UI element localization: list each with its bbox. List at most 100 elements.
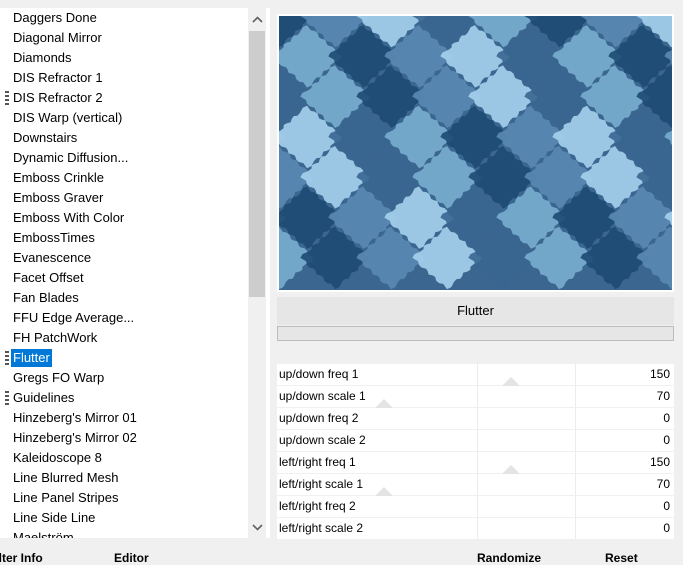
slider-tick	[575, 408, 576, 429]
filter-list-item-label: Kaleidoscope 8	[13, 450, 102, 465]
parameter-row[interactable]: up/down freq 2 0	[277, 408, 674, 429]
preview-frame	[277, 14, 674, 292]
parameter-value: 70	[656, 477, 670, 491]
tab-editor[interactable]: Editor	[114, 551, 149, 565]
filter-list-item[interactable]: Line Side Line	[0, 508, 248, 528]
slider-tick	[477, 430, 478, 451]
slider-tick	[477, 364, 478, 385]
filter-list-item-label: Line Side Line	[13, 510, 96, 525]
parameter-row[interactable]: up/down scale 2 0	[277, 430, 674, 451]
parameter-value: 70	[656, 389, 670, 403]
parameter-value: 0	[663, 433, 670, 447]
filter-list-item[interactable]: Line Blurred Mesh	[0, 468, 248, 488]
slider-thumb[interactable]	[502, 465, 520, 474]
filter-list-item[interactable]: Diamonds	[0, 48, 248, 68]
filter-list-item-label: FH PatchWork	[13, 330, 98, 345]
filter-list-item[interactable]: Dynamic Diffusion...	[0, 148, 248, 168]
parameter-label: up/down scale 2	[279, 433, 366, 447]
filter-list-item-label: DIS Refractor 2	[13, 90, 103, 105]
filter-list-item-label: DIS Warp (vertical)	[13, 110, 123, 125]
filter-list-item[interactable]: Kaleidoscope 8	[0, 448, 248, 468]
filter-list-item[interactable]: Emboss Graver	[0, 188, 248, 208]
slider-tick	[575, 452, 576, 473]
filter-list-item[interactable]: EmbossTimes	[0, 228, 248, 248]
filter-list-item[interactable]: DIS Warp (vertical)	[0, 108, 248, 128]
filter-list-item-label: Guidelines	[13, 390, 75, 405]
filter-list-item[interactable]: Hinzeberg's Mirror 02	[0, 428, 248, 448]
filter-list-item-label: Maelström	[13, 530, 74, 538]
filter-list-item-label: Flutter	[11, 349, 52, 367]
slider-tick	[477, 518, 478, 539]
filter-list-item-label: Downstairs	[13, 130, 78, 145]
parameter-value: 0	[663, 499, 670, 513]
reset-button[interactable]: Reset	[605, 551, 638, 565]
drag-grip-icon[interactable]	[5, 391, 9, 405]
parameter-row[interactable]: left/right freq 2 0	[277, 496, 674, 517]
filter-name-title: Flutter	[277, 297, 674, 325]
drag-grip-icon[interactable]	[5, 351, 9, 365]
parameter-row[interactable]: left/right freq 1 150	[277, 452, 674, 474]
slider-tick	[575, 364, 576, 385]
filter-list-item-label: FFU Edge Average...	[13, 310, 135, 325]
parameter-value: 150	[649, 455, 670, 469]
progress-bar	[277, 326, 674, 341]
list-scrollbar[interactable]	[248, 8, 266, 538]
drag-grip-icon[interactable]	[5, 91, 9, 105]
slider-tick	[575, 518, 576, 539]
slider-tick	[477, 452, 478, 473]
slider-tick	[477, 496, 478, 517]
parameter-list: up/down freq 1 150 up/down scale 1 70 up/dow…	[277, 364, 674, 540]
randomize-button[interactable]: Randomize	[477, 551, 541, 565]
parameter-label: left/right freq 2	[279, 499, 356, 513]
filter-list-item-label: Hinzeberg's Mirror 02	[13, 430, 137, 445]
filter-list-item[interactable]: Gregs FO Warp	[0, 368, 248, 388]
filter-list-item[interactable]: Line Panel Stripes	[0, 488, 248, 508]
filter-list-item[interactable]: Emboss With Color	[0, 208, 248, 228]
filter-list-item-label: Gregs FO Warp	[13, 370, 105, 385]
filter-list-item-label: Diagonal Mirror	[13, 30, 102, 45]
tab-filter-info[interactable]: Filter Info	[0, 551, 43, 565]
filter-list-item[interactable]: Flutter	[0, 348, 248, 368]
slider-thumb[interactable]	[502, 377, 520, 386]
slider-tick	[575, 474, 576, 495]
parameter-value: 150	[649, 367, 670, 381]
slider-thumb[interactable]	[375, 487, 393, 496]
filter-list-item[interactable]: DIS Refractor 1	[0, 68, 248, 88]
slider-tick	[477, 474, 478, 495]
filter-list-item[interactable]: Guidelines	[0, 388, 248, 408]
parameter-label: left/right scale 2	[279, 521, 364, 535]
filter-list-item-label: DIS Refractor 1	[13, 70, 103, 85]
filter-list-item[interactable]: Daggers Done	[0, 8, 248, 28]
filter-list-item[interactable]: FFU Edge Average...	[0, 308, 248, 328]
filter-list-item[interactable]: Evanescence	[0, 248, 248, 268]
filter-list-item[interactable]: FH PatchWork	[0, 328, 248, 348]
filter-list-item-label: Daggers Done	[13, 10, 97, 25]
filter-list-item-label: EmbossTimes	[13, 230, 95, 245]
filter-list-items: Daggers Done Diagonal Mirror Diamonds DIS R…	[0, 8, 248, 538]
scroll-up-button[interactable]	[248, 8, 266, 30]
slider-thumb[interactable]	[375, 399, 393, 408]
filter-list-item-label: Diamonds	[13, 50, 72, 65]
parameter-value: 0	[663, 521, 670, 535]
filter-list-item-label: Evanescence	[13, 250, 92, 265]
parameter-row[interactable]: up/down freq 1 150	[277, 364, 674, 386]
parameter-row[interactable]: left/right scale 1 70	[277, 474, 674, 496]
filter-list[interactable]: Daggers Done Diagonal Mirror Diamonds DIS R…	[0, 8, 270, 538]
filter-list-item[interactable]: Emboss Crinkle	[0, 168, 248, 188]
scroll-thumb[interactable]	[249, 31, 265, 297]
filter-list-item[interactable]: Fan Blades	[0, 288, 248, 308]
slider-tick	[575, 496, 576, 517]
chevron-down-icon	[251, 523, 263, 531]
filter-list-item[interactable]: Downstairs	[0, 128, 248, 148]
filter-list-item[interactable]: Maelström	[0, 528, 248, 538]
filter-list-item[interactable]: Facet Offset	[0, 268, 248, 288]
parameter-row[interactable]: left/right scale 2 0	[277, 518, 674, 539]
parameter-value: 0	[663, 411, 670, 425]
filter-list-item[interactable]: Diagonal Mirror	[0, 28, 248, 48]
parameter-row[interactable]: up/down scale 1 70	[277, 386, 674, 408]
slider-tick	[575, 386, 576, 407]
filter-list-item-label: Facet Offset	[13, 270, 84, 285]
filter-list-item[interactable]: Hinzeberg's Mirror 01	[0, 408, 248, 428]
filter-list-item[interactable]: DIS Refractor 2	[0, 88, 248, 108]
scroll-down-button[interactable]	[248, 516, 266, 538]
